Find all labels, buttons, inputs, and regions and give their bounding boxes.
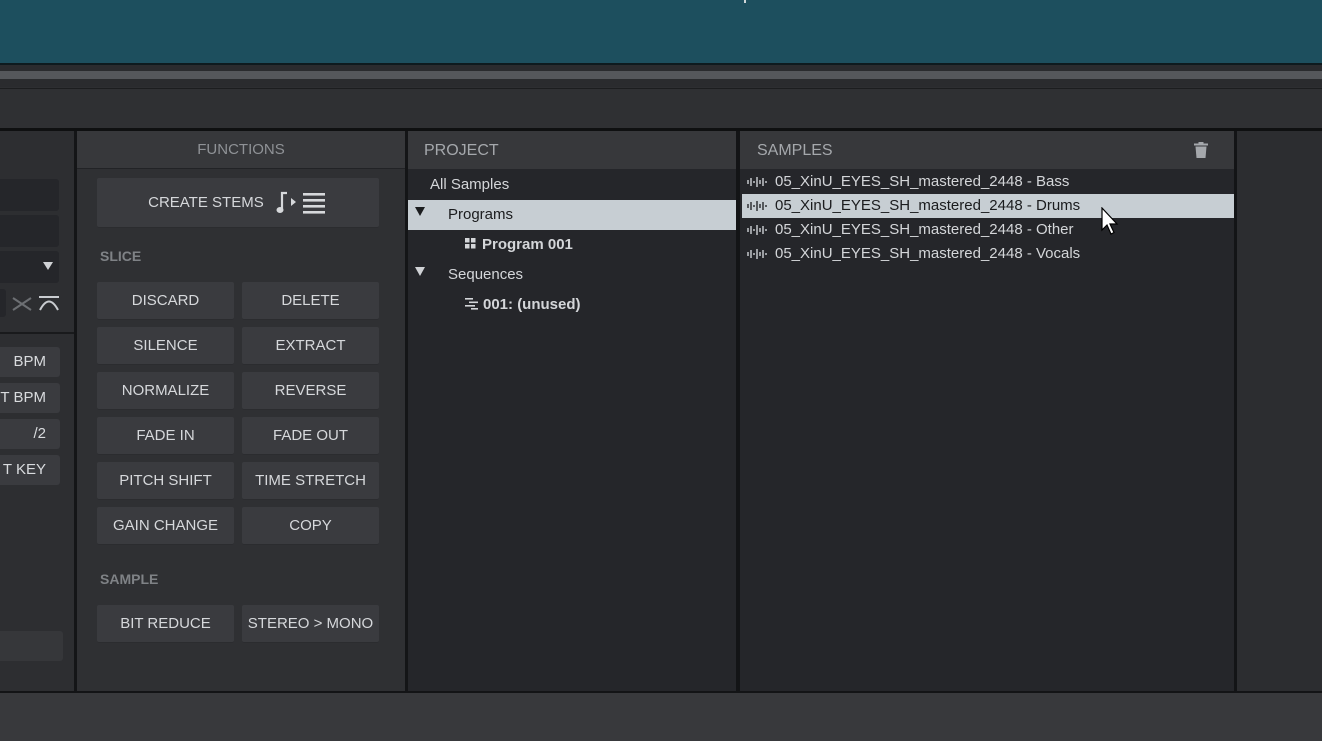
create-stems-label: CREATE STEMS [148,194,264,211]
fade-in-button[interactable]: FADE IN [97,417,234,455]
parameter-field[interactable] [0,179,59,211]
tree-item-label: All Samples [430,176,510,193]
functions-header: FUNCTIONS [77,131,405,169]
waveform-icon [747,177,767,187]
bottom-bar [0,691,1322,741]
curve-fade-icon[interactable] [38,295,60,311]
bit-reduce-button[interactable]: BIT REDUCE [97,605,234,643]
sample-name: 05_XinU_EYES_SH_mastered_2448 - Vocals [775,245,1081,262]
sample-item-vocals[interactable]: 05_XinU_EYES_SH_mastered_2448 - Vocals [742,242,1234,266]
tree-item-label: Programs [448,206,514,223]
toolbar-row [0,88,1322,129]
gain-change-button[interactable]: GAIN CHANGE [97,507,234,545]
sample-section-label: SAMPLE [100,571,159,587]
tree-item-label: Sequences [448,266,524,283]
tree-item-program-001[interactable]: Program 001 [408,230,736,260]
expand-triangle-icon[interactable] [415,207,425,216]
waveform-icon [747,201,767,211]
expand-triangle-icon[interactable] [415,267,425,276]
sample-item-bass[interactable]: 05_XinU_EYES_SH_mastered_2448 - Bass [742,170,1234,194]
trash-icon[interactable] [1194,142,1208,158]
fade-out-button[interactable]: FADE OUT [242,417,379,455]
divider [0,332,74,334]
half-button[interactable]: /2 [0,419,60,449]
mouse-pointer-icon [1101,207,1119,235]
sample-item-other[interactable]: 05_XinU_EYES_SH_mastered_2448 - Other [742,218,1234,242]
silence-button[interactable]: SILENCE [97,327,234,365]
parameter-field[interactable] [0,215,59,247]
reverse-button[interactable]: REVERSE [242,372,379,410]
sample-name: 05_XinU_EYES_SH_mastered_2448 - Drums [775,197,1081,214]
discard-button[interactable]: DISCARD [97,282,234,320]
time-stretch-button[interactable]: TIME STRETCH [242,462,379,500]
set-bpm-button[interactable]: T BPM [0,383,60,413]
waveform-overview[interactable] [0,0,1322,63]
project-header: PROJECT [408,131,736,169]
sequence-icon [465,298,478,310]
tree-item-programs[interactable]: Programs [408,200,736,230]
sample-item-drums[interactable]: 05_XinU_EYES_SH_mastered_2448 - Drums [742,194,1234,218]
tree-item-sequence-001[interactable]: 001: (unused) [408,290,736,320]
stereo-to-mono-button[interactable]: STEREO > MONO [242,605,379,643]
horizontal-scrollbar[interactable] [0,71,1322,79]
parameter-field[interactable] [0,631,63,661]
set-key-button[interactable]: T KEY [0,455,60,485]
grid-icon [465,238,476,249]
waveform-icon [747,249,767,259]
create-stems-button[interactable]: CREATE STEMS [97,178,379,228]
pitch-shift-button[interactable]: PITCH SHIFT [97,462,234,500]
playhead-marker [744,0,746,3]
tree-item-label: 001: (unused) [483,296,581,313]
sample-name: 05_XinU_EYES_SH_mastered_2448 - Bass [775,173,1070,190]
waveform-icon [747,225,767,235]
samples-header: SAMPLES [740,131,1234,169]
tree-item-label: Program 001 [482,236,573,253]
slice-section-label: SLICE [100,248,142,264]
bpm-button[interactable]: BPM [0,347,60,377]
cross-fade-icon[interactable] [12,296,32,312]
tree-item-all-samples[interactable]: All Samples [408,170,736,200]
extract-button[interactable]: EXTRACT [242,327,379,365]
copy-button[interactable]: COPY [242,507,379,545]
sample-name: 05_XinU_EYES_SH_mastered_2448 - Other [775,221,1074,238]
edit-controls-panel: BPM T BPM /2 T KEY [0,131,74,691]
parameter-field[interactable] [0,289,6,317]
delete-button[interactable]: DELETE [242,282,379,320]
right-pane [1237,131,1322,691]
dropdown-arrow-icon[interactable] [43,262,53,270]
note-stems-icon [276,191,325,214]
tree-item-sequences[interactable]: Sequences [408,260,736,290]
normalize-button[interactable]: NORMALIZE [97,372,234,410]
